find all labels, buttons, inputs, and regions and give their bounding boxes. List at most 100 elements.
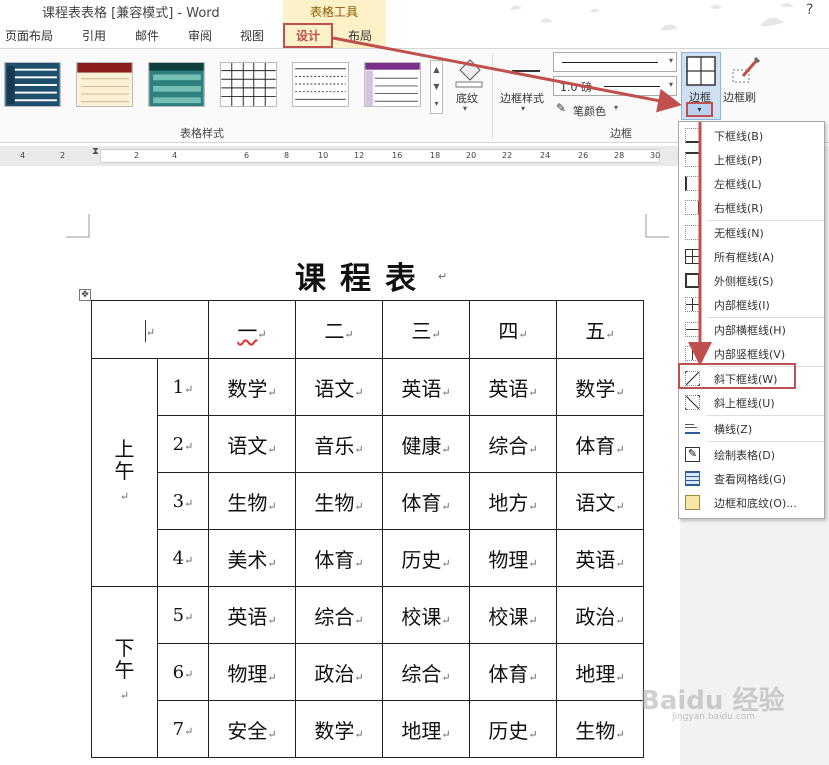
subject-cell[interactable]: 地方↵ xyxy=(469,472,557,530)
subject-cell[interactable]: 物理↵ xyxy=(469,529,557,587)
table-cell-header[interactable]: 四↵ xyxy=(469,300,557,359)
subject-cell[interactable]: 地理↵ xyxy=(556,643,644,701)
menu-item-bottom-border[interactable]: 下框线(B) xyxy=(679,124,824,147)
table-style-blue[interactable] xyxy=(4,62,61,107)
border-painter-label[interactable]: 边框刷 xyxy=(723,89,756,105)
border-painter-icon[interactable] xyxy=(731,56,761,86)
subject-cell[interactable]: 综合↵ xyxy=(295,586,383,644)
period-number-cell[interactable]: 4↵ xyxy=(157,529,209,587)
tab-layout[interactable]: 布局 xyxy=(348,27,372,44)
subject-cell[interactable]: 音乐↵ xyxy=(295,415,383,473)
tab-view[interactable]: 视图 xyxy=(240,27,264,44)
menu-item-inside-horizontal[interactable]: 内部横框线(H) xyxy=(679,318,824,341)
table-cell-header-blank[interactable]: ↵ xyxy=(91,300,209,359)
menu-item-diagonal-up[interactable]: 斜上框线(U) xyxy=(679,391,824,414)
shading-dropdown-icon[interactable]: ▾ xyxy=(463,104,467,113)
menu-item-inside-vertical[interactable]: 内部竖框线(V) xyxy=(679,342,824,365)
inside-horizontal-border-icon xyxy=(685,322,700,337)
subject-cell[interactable]: 校课↵ xyxy=(469,586,557,644)
help-icon[interactable]: ? xyxy=(806,2,813,18)
table-style-red[interactable] xyxy=(76,62,133,107)
subject-cell[interactable]: 体育↵ xyxy=(382,472,470,530)
table-cell-header[interactable]: 三↵ xyxy=(382,300,470,359)
subject-cell[interactable]: 体育↵ xyxy=(556,415,644,473)
subject-cell[interactable]: 政治↵ xyxy=(295,643,383,701)
menu-separator xyxy=(707,415,824,416)
borders-dropdown-arrow[interactable]: ▾ xyxy=(686,102,713,117)
menu-item-top-border[interactable]: 上框线(P) xyxy=(679,148,824,171)
group-label-borders: 边框 xyxy=(610,127,632,140)
table-cell-header[interactable]: 一↵ xyxy=(208,300,296,359)
ruler-tick: 4 xyxy=(172,151,178,160)
subject-cell[interactable]: 校课↵ xyxy=(382,586,470,644)
period-number-cell[interactable]: 1↵ xyxy=(157,358,209,416)
menu-item-borders-and-shading[interactable]: 边框和底纹(O)... xyxy=(679,491,824,514)
period-number-cell[interactable]: 7↵ xyxy=(157,700,209,758)
subject-cell[interactable]: 健康↵ xyxy=(382,415,470,473)
pen-icon[interactable]: ✎ xyxy=(556,101,566,115)
subject-cell[interactable]: 体育↵ xyxy=(469,643,557,701)
tab-references[interactable]: 引用 xyxy=(82,27,106,44)
subject-cell[interactable]: 历史↵ xyxy=(469,700,557,758)
table-style-teal[interactable] xyxy=(148,62,205,107)
tab-mailings[interactable]: 邮件 xyxy=(135,27,159,44)
table-style-lines[interactable] xyxy=(292,62,349,107)
styles-scroll[interactable]: ▲ ▼ ▾ xyxy=(430,60,443,114)
subject-cell[interactable]: 历史↵ xyxy=(382,529,470,587)
subject-cell[interactable]: 生物↵ xyxy=(556,700,644,758)
table-style-purple[interactable] xyxy=(364,62,421,107)
subject-cell[interactable]: 语文↵ xyxy=(208,415,296,473)
subject-cell[interactable]: 生物↵ xyxy=(208,472,296,530)
subject-cell[interactable]: 语文↵ xyxy=(556,472,644,530)
table-cell-header[interactable]: 二↵ xyxy=(295,300,383,359)
pen-color-label[interactable]: 笔颜色 xyxy=(573,103,606,119)
subject-cell[interactable]: 综合↵ xyxy=(382,643,470,701)
subject-cell[interactable]: 政治↵ xyxy=(556,586,644,644)
period-number-cell[interactable]: 5↵ xyxy=(157,586,209,644)
menu-item-view-gridlines[interactable]: 查看网格线(G) xyxy=(679,467,824,490)
subject-cell[interactable]: 地理↵ xyxy=(382,700,470,758)
subject-cell[interactable]: 数学↵ xyxy=(556,358,644,416)
table-cell-header[interactable]: 五↵ xyxy=(556,300,644,359)
subject-cell[interactable]: 综合↵ xyxy=(469,415,557,473)
subject-cell[interactable]: 数学↵ xyxy=(208,358,296,416)
borders-shading-icon xyxy=(685,495,700,510)
menu-item-right-border[interactable]: 右框线(R) xyxy=(679,196,824,219)
menu-item-draw-table[interactable]: ✎ 绘制表格(D) xyxy=(679,443,824,466)
line-weight-select[interactable]: 1.0 磅 ▾ xyxy=(553,76,677,96)
table-row: 6↵ 物理↵ 政治↵ 综合↵ 体育↵ 地理↵ xyxy=(92,643,644,701)
menu-item-inside-borders[interactable]: 内部框线(I) xyxy=(679,293,824,316)
subject-cell[interactable]: 体育↵ xyxy=(295,529,383,587)
subject-cell[interactable]: 英语↵ xyxy=(208,586,296,644)
subject-cell[interactable]: 英语↵ xyxy=(469,358,557,416)
menu-item-outside-borders[interactable]: 外侧框线(S) xyxy=(679,269,824,292)
menu-item-all-borders[interactable]: 所有框线(A) xyxy=(679,245,824,268)
border-styles-dropdown-icon[interactable]: ▾ xyxy=(521,104,525,113)
subject-cell[interactable]: 美术↵ xyxy=(208,529,296,587)
subject-cell[interactable]: 物理↵ xyxy=(208,643,296,701)
period-number-cell[interactable]: 6↵ xyxy=(157,643,209,701)
menu-item-no-border[interactable]: 无框线(N) xyxy=(679,221,824,244)
table-style-grid[interactable] xyxy=(220,62,277,107)
subject-cell[interactable]: 英语↵ xyxy=(382,358,470,416)
period-number-cell[interactable]: 2↵ xyxy=(157,415,209,473)
subject-cell[interactable]: 生物↵ xyxy=(295,472,383,530)
menu-item-left-border[interactable]: 左框线(L) xyxy=(679,172,824,195)
subject-cell[interactable]: 安全↵ xyxy=(208,700,296,758)
shading-icon[interactable] xyxy=(452,56,486,88)
period-cell-morning[interactable]: 上午 ↵ xyxy=(91,358,158,587)
period-cell-afternoon[interactable]: 下午 ↵ xyxy=(91,586,158,758)
tab-review[interactable]: 审阅 xyxy=(188,27,212,44)
pen-color-dropdown-icon[interactable]: ▾ xyxy=(614,103,618,112)
table-move-handle-icon[interactable]: ✥ xyxy=(79,289,91,301)
menu-item-horizontal-line[interactable]: 横线(Z) xyxy=(679,417,824,440)
document-heading[interactable]: 课程表 xyxy=(295,253,430,298)
ruler-tick: 2 xyxy=(60,151,66,160)
subject-cell[interactable]: 语文↵ xyxy=(295,358,383,416)
line-style-select[interactable]: ▾ xyxy=(553,52,677,72)
schedule-table[interactable]: ↵ 一↵ 二↵ 三↵ 四↵ 五↵ 上午 ↵ 1↵ 数学↵ 语文↵ 英语↵ 英语↵ … xyxy=(91,300,644,758)
tab-page-layout[interactable]: 页面布局 xyxy=(5,27,53,44)
period-number-cell[interactable]: 3↵ xyxy=(157,472,209,530)
subject-cell[interactable]: 英语↵ xyxy=(556,529,644,587)
subject-cell[interactable]: 数学↵ xyxy=(295,700,383,758)
